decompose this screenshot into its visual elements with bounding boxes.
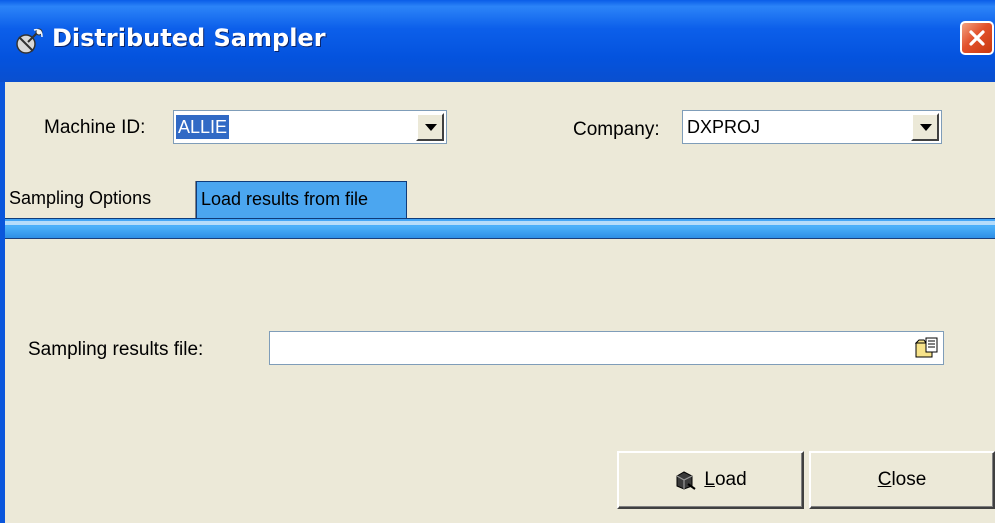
- company-combobox[interactable]: DXPROJ: [682, 110, 942, 144]
- company-value[interactable]: DXPROJ: [685, 115, 762, 139]
- machine-id-label: Machine ID:: [44, 117, 146, 138]
- company-label: Company:: [573, 119, 660, 140]
- close-button-label: Close: [878, 469, 927, 491]
- satellite-icon: [16, 28, 43, 54]
- distributed-sampler-window: Distributed Sampler Machine ID: ALLIE Co…: [0, 0, 995, 523]
- load-label-rest: oad: [714, 469, 747, 490]
- close-icon: [969, 30, 985, 46]
- close-button[interactable]: Close: [809, 451, 995, 509]
- load-button[interactable]: Load: [617, 451, 804, 509]
- chevron-down-icon[interactable]: [416, 113, 444, 141]
- open-folder-icon[interactable]: [915, 337, 939, 359]
- chevron-down-icon[interactable]: [911, 113, 939, 141]
- sampling-results-file-label: Sampling results file:: [28, 339, 204, 360]
- machine-id-value[interactable]: ALLIE: [176, 115, 230, 139]
- close-window-button[interactable]: [960, 21, 994, 55]
- window-title: Distributed Sampler: [52, 24, 326, 52]
- load-accelerator: L: [704, 469, 715, 490]
- machine-id-combobox[interactable]: ALLIE: [173, 110, 447, 144]
- tab-load-results-from-file[interactable]: Load results from file: [196, 181, 407, 219]
- sampling-results-file-input[interactable]: [269, 331, 944, 365]
- load-icon: [676, 471, 696, 490]
- load-button-label: Load: [704, 469, 746, 491]
- active-tab-band: [5, 218, 995, 240]
- tab-sampling-options[interactable]: Sampling Options: [5, 181, 196, 218]
- close-accelerator: C: [877, 469, 892, 490]
- close-label-rest: lose: [891, 469, 927, 490]
- title-bar[interactable]: Distributed Sampler: [0, 0, 995, 82]
